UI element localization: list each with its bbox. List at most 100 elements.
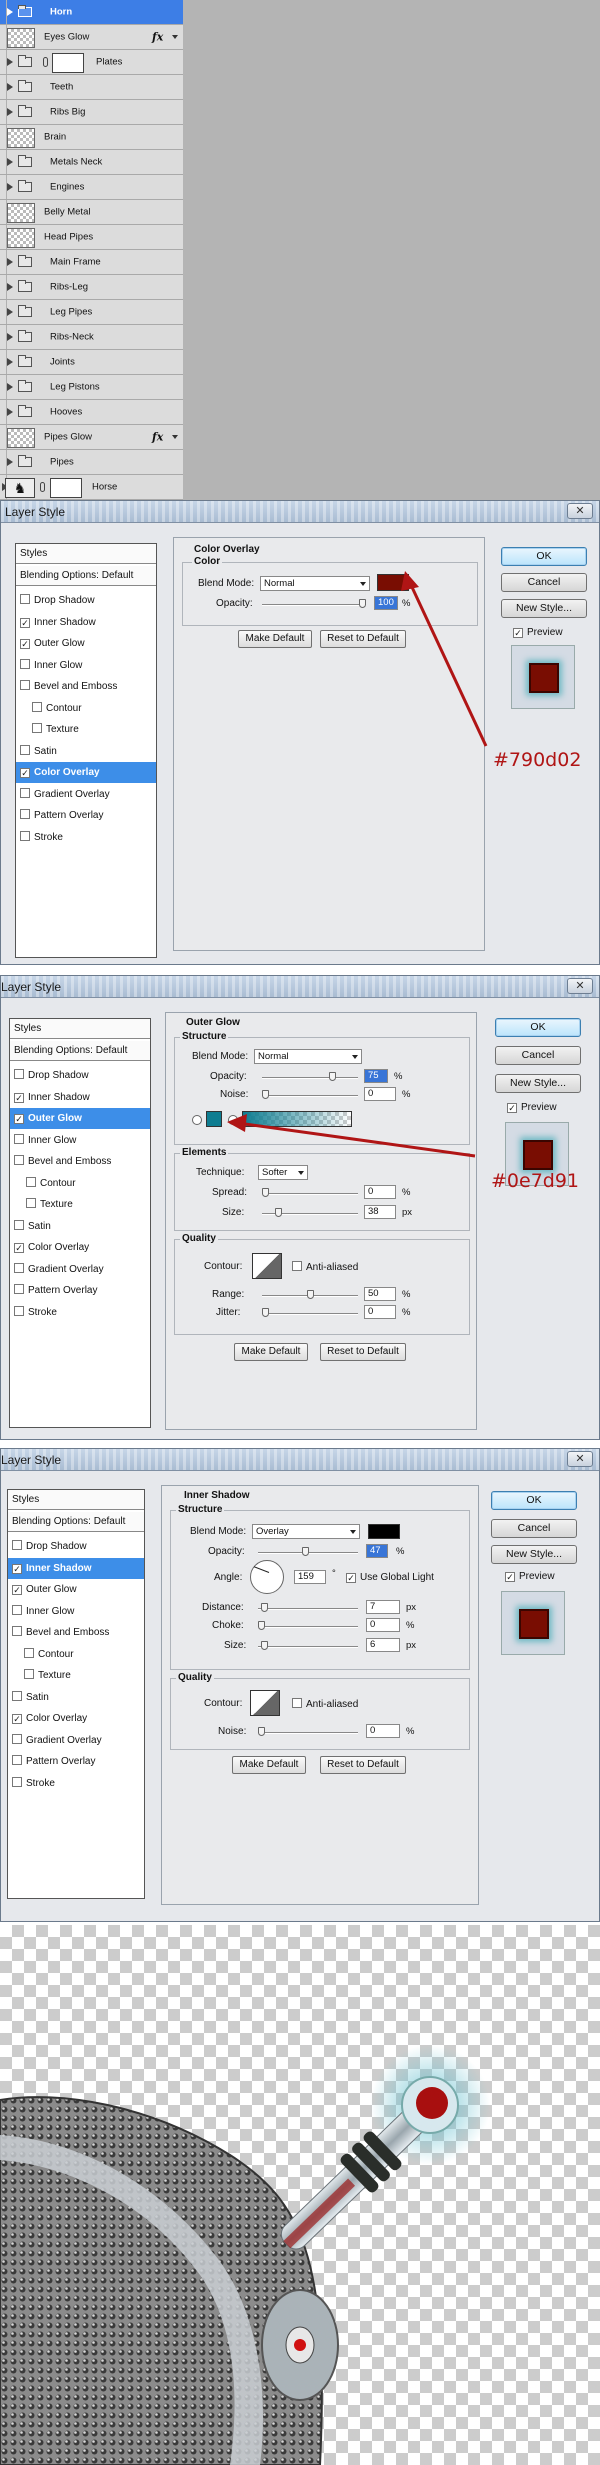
mask-thumbnail[interactable]: [50, 478, 82, 498]
layer-thumbnail[interactable]: [7, 203, 35, 223]
layer-row[interactable]: Head Pipes: [0, 225, 183, 250]
style-checkbox[interactable]: [12, 1626, 22, 1636]
expand-arrow-icon[interactable]: [7, 158, 13, 166]
visibility-toggle[interactable]: [0, 100, 7, 124]
visibility-toggle[interactable]: [0, 350, 7, 374]
style-item[interactable]: Color Overlay: [8, 1708, 144, 1729]
anti-aliased-check[interactable]: [292, 1698, 302, 1708]
opacity-slider[interactable]: [258, 1547, 358, 1556]
layer-thumbnail[interactable]: [7, 28, 35, 48]
size-slider[interactable]: [258, 1641, 358, 1650]
fx-expand-icon[interactable]: [172, 35, 178, 39]
anti-aliased-checkbox[interactable]: Anti-aliased: [292, 1698, 358, 1710]
layer-row[interactable]: Horn: [0, 0, 183, 25]
choke-input[interactable]: 0: [366, 1618, 400, 1632]
visibility-toggle[interactable]: [0, 25, 7, 49]
expand-arrow-icon[interactable]: [7, 408, 13, 416]
style-item[interactable]: Inner Shadow: [8, 1557, 144, 1579]
expand-arrow-icon[interactable]: [7, 308, 13, 316]
layer-row[interactable]: Brain: [0, 125, 183, 150]
noise-input[interactable]: 0: [366, 1724, 400, 1738]
style-item[interactable]: Inner Glow: [8, 1601, 144, 1622]
visibility-toggle[interactable]: [0, 300, 7, 324]
layer-row[interactable]: Teeth: [0, 75, 183, 100]
layer-row[interactable]: Metals Neck: [0, 150, 183, 175]
expand-arrow-icon[interactable]: [7, 58, 13, 66]
expand-arrow-icon[interactable]: [7, 83, 13, 91]
shadow-color-swatch[interactable]: [368, 1524, 400, 1539]
blending-options-item[interactable]: Blending Options: Default: [8, 1512, 144, 1532]
visibility-toggle[interactable]: [0, 375, 7, 399]
fx-icon[interactable]: fx: [152, 431, 163, 444]
expand-arrow-icon[interactable]: [7, 183, 13, 191]
opacity-slider-knob[interactable]: [301, 1547, 309, 1556]
layer-row[interactable]: Leg Pistons: [0, 375, 183, 400]
layer-row[interactable]: Eyes Glow fx: [0, 25, 183, 50]
horse-thumbnail[interactable]: ♞: [5, 478, 35, 498]
expand-arrow-icon[interactable]: [7, 8, 13, 16]
style-checkbox[interactable]: [12, 1714, 22, 1724]
layer-row[interactable]: Ribs-Leg: [0, 275, 183, 300]
style-checkbox[interactable]: [12, 1585, 22, 1595]
ok-button[interactable]: OK: [491, 1491, 577, 1510]
fx-expand-icon[interactable]: [172, 435, 178, 439]
opacity-input[interactable]: 47: [366, 1544, 388, 1558]
visibility-toggle[interactable]: [0, 200, 7, 224]
global-light-check[interactable]: [346, 1573, 356, 1583]
expand-arrow-icon[interactable]: [7, 258, 13, 266]
visibility-toggle[interactable]: [0, 400, 7, 424]
expand-arrow-icon[interactable]: [7, 283, 13, 291]
layer-row[interactable]: Pipes: [0, 450, 183, 475]
global-light-checkbox[interactable]: Use Global Light: [346, 1572, 434, 1583]
noise-slider[interactable]: [258, 1727, 358, 1736]
layer-row[interactable]: Ribs Big: [0, 100, 183, 125]
size-slider-knob[interactable]: [260, 1641, 268, 1650]
layer-row[interactable]: Pipes Glow fx: [0, 425, 183, 450]
distance-slider-knob[interactable]: [260, 1603, 268, 1612]
style-item[interactable]: Drop Shadow: [8, 1536, 144, 1557]
layer-thumbnail[interactable]: [7, 428, 35, 448]
layer-thumbnail[interactable]: [7, 128, 35, 148]
style-checkbox[interactable]: [12, 1733, 22, 1744]
reset-default-button[interactable]: Reset to Default: [320, 1756, 406, 1774]
style-checkbox[interactable]: [12, 1604, 22, 1615]
visibility-toggle[interactable]: [0, 425, 7, 449]
layer-row[interactable]: Engines: [0, 175, 183, 200]
blend-mode-select[interactable]: Overlay: [252, 1524, 360, 1539]
expand-arrow-icon[interactable]: [7, 458, 13, 466]
style-item[interactable]: Outer Glow: [8, 1579, 144, 1600]
visibility-toggle[interactable]: [0, 275, 7, 299]
layer-thumbnail[interactable]: [7, 228, 35, 248]
visibility-toggle[interactable]: [0, 125, 7, 149]
mask-thumbnail[interactable]: [52, 53, 84, 73]
style-checkbox[interactable]: [12, 1563, 22, 1574]
link-icon[interactable]: [43, 57, 48, 67]
style-item[interactable]: Pattern Overlay: [8, 1751, 144, 1772]
layer-row[interactable]: Leg Pipes: [0, 300, 183, 325]
contour-picker[interactable]: [250, 1690, 280, 1716]
angle-dial[interactable]: [250, 1560, 284, 1594]
style-item[interactable]: Bevel and Emboss: [8, 1622, 144, 1643]
layer-row[interactable]: Hooves: [0, 400, 183, 425]
close-button[interactable]: ✕: [567, 1451, 593, 1467]
layer-row[interactable]: Plates: [0, 50, 183, 75]
expand-arrow-icon[interactable]: [7, 108, 13, 116]
angle-input[interactable]: 159: [294, 1570, 326, 1584]
visibility-toggle[interactable]: [0, 225, 7, 249]
new-style-button[interactable]: New Style...: [491, 1545, 577, 1564]
choke-slider[interactable]: [258, 1621, 358, 1630]
choke-slider-knob[interactable]: [258, 1621, 265, 1630]
style-item[interactable]: Gradient Overlay: [8, 1730, 144, 1751]
layer-row[interactable]: Ribs-Neck: [0, 325, 183, 350]
visibility-toggle[interactable]: [0, 75, 7, 99]
layer-row[interactable]: Belly Metal: [0, 200, 183, 225]
dialog-titlebar[interactable]: Layer Style ✕: [1, 1449, 599, 1471]
layer-row[interactable]: Joints: [0, 350, 183, 375]
visibility-toggle[interactable]: [0, 0, 7, 24]
style-checkbox[interactable]: [12, 1690, 22, 1701]
style-checkbox[interactable]: [12, 1755, 22, 1765]
noise-slider-knob[interactable]: [258, 1727, 265, 1736]
visibility-toggle[interactable]: [0, 325, 7, 349]
layer-row[interactable]: ♞ Horse: [0, 475, 183, 500]
style-checkbox[interactable]: [12, 1540, 22, 1550]
